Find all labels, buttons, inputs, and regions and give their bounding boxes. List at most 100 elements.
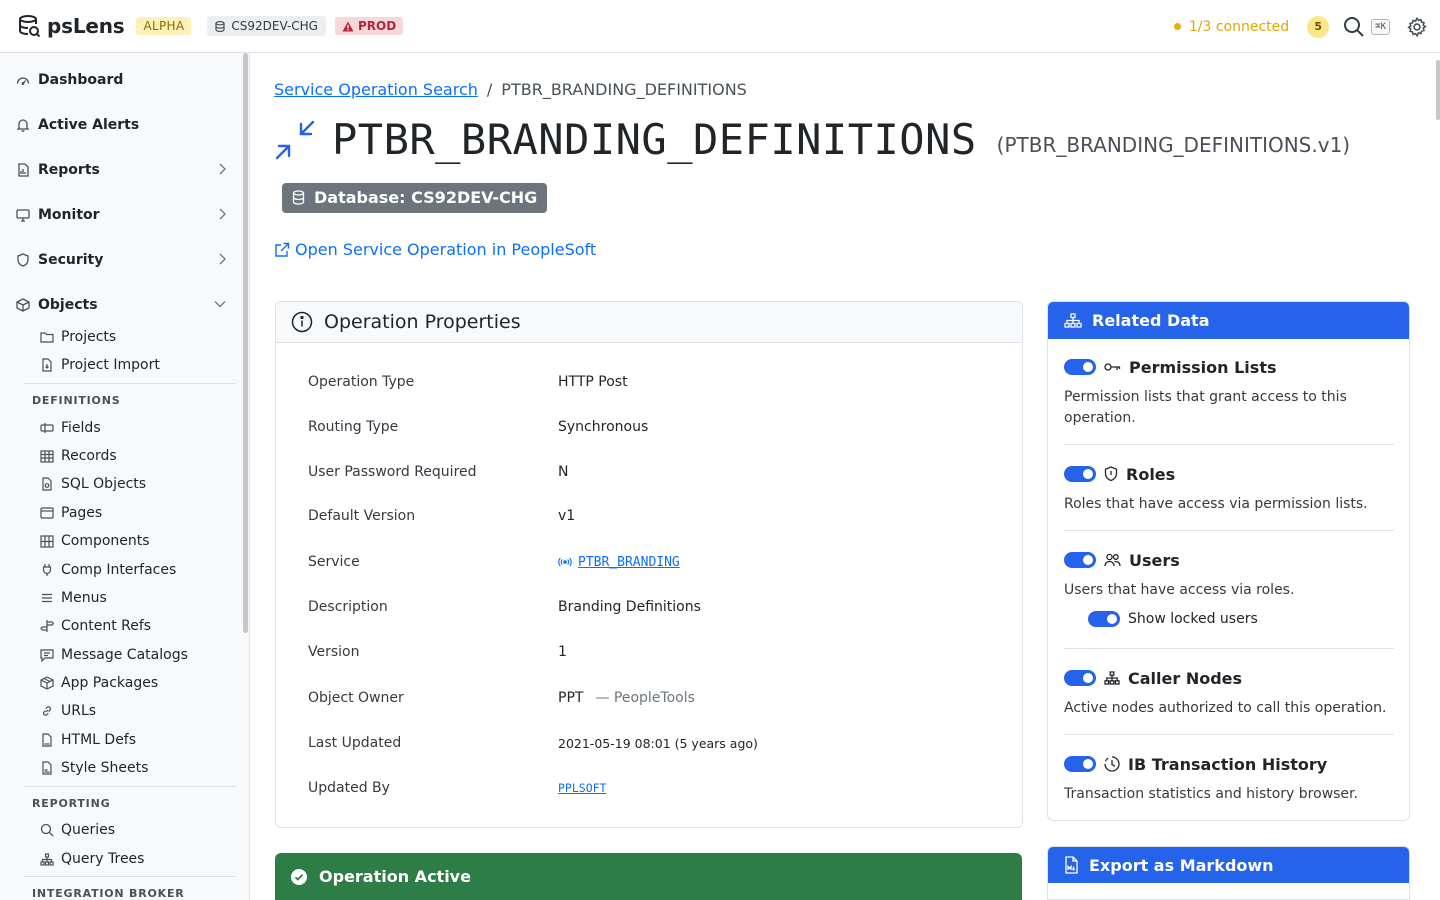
page-subtitle: (PTBR_BRANDING_DEFINITIONS.v1) [996,132,1351,157]
sidebar-item-security[interactable]: Security [16,248,228,272]
show-locked-users-toggle[interactable] [1088,611,1120,627]
divider [24,383,236,384]
property-row: Description Branding Definitions [308,596,1008,618]
settings-button[interactable] [1406,16,1428,38]
sidebar-item-app-packages[interactable]: App Packages [40,672,236,694]
related-item-permission-lists: Permission Lists Permission lists that g… [1064,356,1394,429]
sidebar-item-project-import[interactable]: Project Import [40,354,236,376]
divider [1064,444,1394,445]
signpost-icon [40,620,54,632]
page-title: PTBR_BRANDING_DEFINITIONS [332,115,977,164]
related-item-caller-nodes: Caller Nodes Active nodes authorized to … [1064,667,1394,719]
database-pill: Database: CS92DEV-CHG [282,183,548,213]
updated-by-link[interactable]: PPLSOFT [558,781,606,795]
database-icon [215,20,225,32]
permission-lists-toggle[interactable] [1064,359,1096,375]
page-scrollbar-thumb[interactable] [1436,60,1440,120]
sidebar-scrollbar-thumb[interactable] [243,53,248,633]
sidebar-item-menus[interactable]: Menus [40,587,236,609]
sidebar-item-label: Security [38,252,104,268]
env-badge-label: PROD [357,19,397,33]
service-link[interactable]: PTBR_BRANDING [578,555,680,570]
page-scrollbar[interactable] [1435,53,1440,900]
sidebar-item-label: URLs [61,703,97,719]
sidebar-item-projects[interactable]: Projects [40,326,236,348]
sidebar-item-pages[interactable]: Pages [40,502,236,524]
database-pill-label: Database: CS92DEV-CHG [314,188,538,207]
notification-count-badge[interactable]: 5 [1307,15,1330,38]
open-in-peoplesoft-link[interactable]: Open Service Operation in PeopleSoft [274,240,596,259]
table-icon [40,449,54,463]
sidebar-item-label: Dashboard [38,72,124,88]
database-badge[interactable]: CS92DEV-CHG [207,16,326,36]
sidebar-item-reports[interactable]: Reports [16,158,228,182]
divider [1064,734,1394,735]
chevron-right-icon [219,208,226,220]
sidebar-item-comp-interfaces[interactable]: Comp Interfaces [40,559,236,581]
property-value: PTBR_BRANDING [558,555,680,570]
sidebar-item-urls[interactable]: URLs [40,700,236,722]
broadcast-icon [558,557,572,567]
sidebar-item-sql-objects[interactable]: SQL Objects [40,473,236,495]
export-markdown-card: Export as Markdown [1047,846,1410,900]
sidebar-item-label: Records [61,448,117,464]
sidebar-item-query-trees[interactable]: Query Trees [40,848,236,870]
divider [1064,648,1394,649]
property-row: Operation Type HTTP Post [308,371,1008,393]
caller-nodes-toggle[interactable] [1064,670,1096,686]
collapse-arrows-icon[interactable] [274,119,316,161]
breadcrumb-current: PTBR_BRANDING_DEFINITIONS [501,80,747,99]
sidebar-item-active-alerts[interactable]: Active Alerts [16,113,228,137]
window-icon [40,507,54,519]
card-header: Operation Properties [276,302,1022,343]
sidebar-item-html-defs[interactable]: HTML Defs [40,729,236,751]
connection-status[interactable]: 1/3 connected [1173,18,1290,35]
sidebar-item-records[interactable]: Records [40,445,236,467]
property-row: Last Updated 2021-05-19 08:01 (5 years a… [308,732,1008,754]
property-label: Routing Type [308,419,399,435]
related-data-card: Related Data Permission Lists Permission… [1047,301,1410,821]
sidebar-item-fields[interactable]: Fields [40,417,236,439]
tree-icon [40,852,54,866]
related-item-title: Users [1129,550,1180,570]
search-icon [40,823,54,837]
sidebar-item-dashboard[interactable]: Dashboard [16,68,228,92]
search-button[interactable] [1343,16,1365,38]
chevron-right-icon [219,163,226,175]
ib-transaction-history-toggle[interactable] [1064,756,1096,772]
property-label: User Password Required [308,464,477,480]
sitemap-icon [1104,671,1120,685]
property-row: User Password Required N [308,461,1008,483]
property-row: Version 1 [308,641,1008,663]
sidebar-item-label: SQL Objects [61,476,147,492]
sidebar-item-message-catalogs[interactable]: Message Catalogs [40,644,236,666]
related-item-title: IB Transaction History [1128,754,1328,774]
sidebar-item-style-sheets[interactable]: Style Sheets [40,757,236,779]
property-value: PPT — PeopleTools [558,690,695,706]
property-value: PPLSOFT [558,781,606,795]
breadcrumb-link-service-operation-search[interactable]: Service Operation Search [274,80,478,99]
clock-history-icon [1104,756,1120,772]
brand[interactable]: psLens [18,14,125,38]
roles-toggle[interactable] [1064,466,1096,482]
sidebar-item-components[interactable]: Components [40,530,236,552]
card-title: Related Data [1092,311,1210,330]
card-header[interactable]: Export as Markdown [1048,847,1409,883]
section-heading-reporting: REPORTING [32,797,111,810]
check-circle-icon [291,868,307,885]
sidebar-item-content-refs[interactable]: Content Refs [40,615,236,637]
property-label: Updated By [308,780,390,796]
sidebar-item-monitor[interactable]: Monitor [16,203,228,227]
property-value: 2021-05-19 08:01 (5 years ago) [558,735,758,751]
connection-status-label: 1/3 connected [1188,18,1290,35]
divider [1064,530,1394,531]
related-item-title: Permission Lists [1129,357,1277,377]
main-content: Service Operation Search / PTBR_BRANDING… [250,53,1435,900]
operation-active-status: Operation Active [275,853,1022,900]
search-icon [1344,16,1364,37]
sidebar-item-queries[interactable]: Queries [40,819,236,841]
users-toggle[interactable] [1064,552,1096,568]
related-item-description: Users that have access via roles. [1064,582,1295,598]
app-name: psLens [47,14,125,38]
sidebar-item-objects[interactable]: Objects [16,293,228,317]
